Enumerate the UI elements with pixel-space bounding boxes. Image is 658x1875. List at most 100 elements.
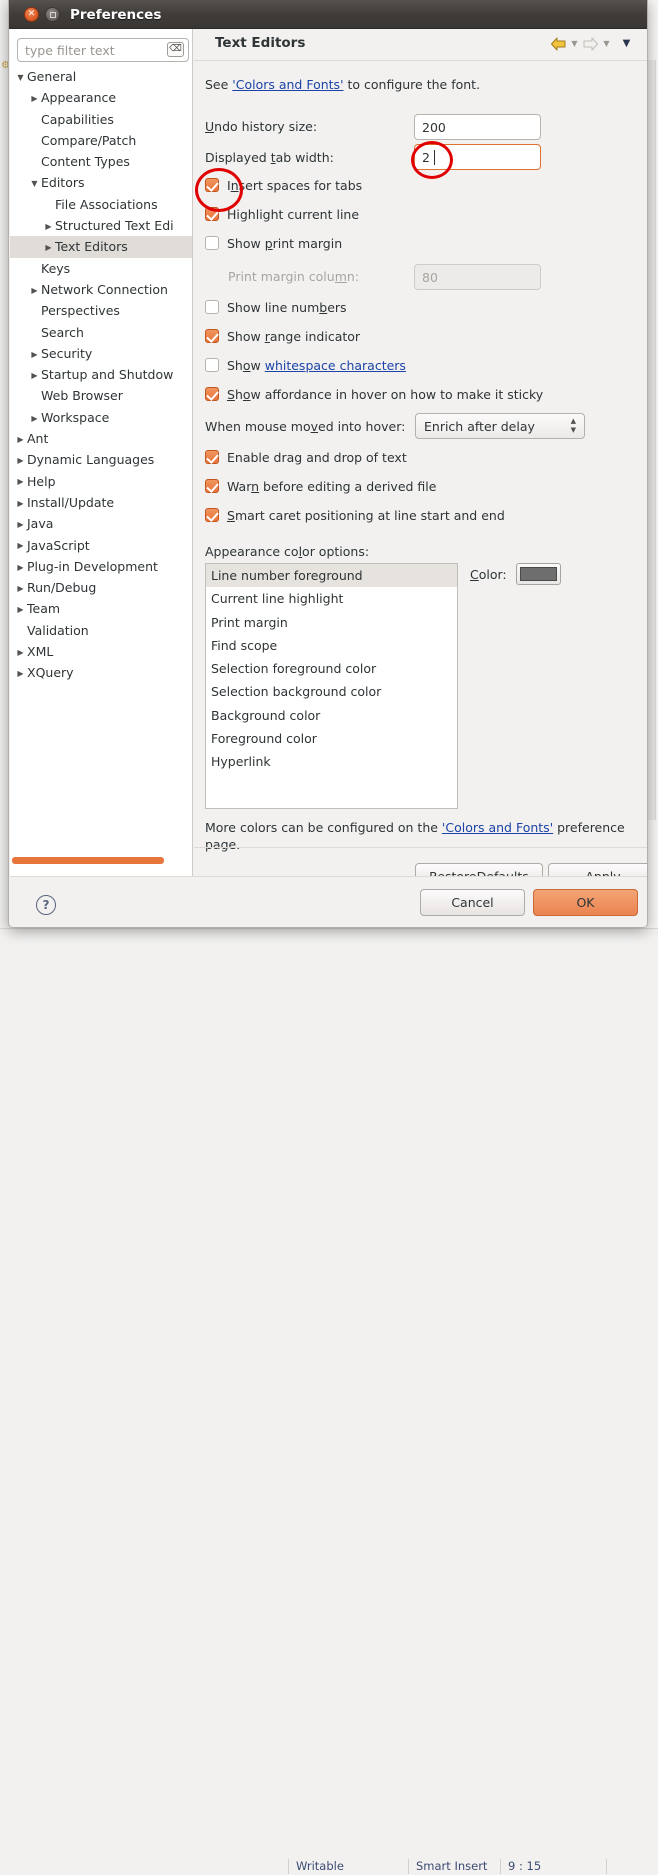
twisty-collapsed-icon[interactable]: ▶ <box>28 365 41 386</box>
sidebar-item-java[interactable]: ▶ Java <box>10 513 192 534</box>
smart-caret-positioning-checkbox[interactable]: Smart caret positioning at line start an… <box>205 505 505 527</box>
twisty-collapsed-icon[interactable]: ▶ <box>14 642 27 663</box>
search-input[interactable] <box>17 38 189 62</box>
twisty-collapsed-icon[interactable]: ▶ <box>14 514 27 535</box>
twisty-collapsed-icon[interactable]: ▶ <box>14 535 27 556</box>
sidebar-item-install-update[interactable]: ▶ Install/Update <box>10 492 192 513</box>
list-item[interactable]: Selection foreground color <box>206 657 457 680</box>
twisty-collapsed-icon[interactable]: ▶ <box>14 493 27 514</box>
sidebar-item-startup-and-shutdow[interactable]: ▶ Startup and Shutdow <box>10 364 192 385</box>
insert-spaces-for-tabs-checkbox[interactable]: Insert spaces for tabs <box>205 175 362 197</box>
warn-derived-file-checkbox[interactable]: Warn before editing a derived file <box>205 476 436 498</box>
checkbox-checked-icon[interactable] <box>205 178 219 192</box>
sidebar-item-ant[interactable]: ▶ Ant <box>10 428 192 449</box>
sidebar-item-help[interactable]: ▶ Help <box>10 471 192 492</box>
twisty-collapsed-icon[interactable]: ▶ <box>14 471 27 492</box>
help-question-icon[interactable]: ? <box>36 895 56 915</box>
twisty-collapsed-icon[interactable]: ▶ <box>14 557 27 578</box>
sidebar-item-plug-in-development[interactable]: ▶ Plug-in Development <box>10 556 192 577</box>
back-arrow-icon[interactable] <box>550 36 567 52</box>
sidebar-item-search[interactable]: ▶Search <box>10 322 192 343</box>
undo-history-size-input[interactable] <box>414 114 541 140</box>
combo-stepper-icon[interactable]: ▲ ▼ <box>571 418 576 434</box>
back-dropdown-caret-icon[interactable]: ▼ <box>569 36 580 52</box>
sidebar-item-structured-text-edi[interactable]: ▶ Structured Text Edi <box>10 215 192 236</box>
sidebar-item-run-debug[interactable]: ▶ Run/Debug <box>10 577 192 598</box>
enable-drag-drop-checkbox[interactable]: Enable drag and drop of text <box>205 447 407 469</box>
window-maximize-icon[interactable] <box>45 7 60 22</box>
checkbox-checked-icon[interactable] <box>205 508 219 522</box>
list-item[interactable]: Background color <box>206 704 457 727</box>
tree-horizontal-scrollbar-track[interactable] <box>10 857 192 870</box>
list-item[interactable]: Foreground color <box>206 727 457 750</box>
twisty-collapsed-icon[interactable]: ▶ <box>14 429 27 450</box>
checkbox-checked-icon[interactable] <box>205 479 219 493</box>
twisty-collapsed-icon[interactable]: ▶ <box>28 280 41 301</box>
list-item[interactable]: Line number foreground <box>206 564 457 588</box>
twisty-collapsed-icon[interactable]: ▶ <box>42 237 55 258</box>
checkbox-unchecked-icon[interactable] <box>205 236 219 250</box>
sidebar-item-dynamic-languages[interactable]: ▶ Dynamic Languages <box>10 449 192 470</box>
ok-button[interactable]: OK <box>533 889 638 916</box>
sidebar-item-appearance[interactable]: ▶ Appearance <box>10 87 192 108</box>
dialog-title-bar[interactable]: ✕ Preferences <box>9 0 647 29</box>
show-range-indicator-checkbox[interactable]: Show range indicator <box>205 326 360 348</box>
sidebar-item-text-editors[interactable]: ▶ Text Editors <box>10 236 192 258</box>
checkbox-unchecked-icon[interactable] <box>205 300 219 314</box>
list-item[interactable]: Hyperlink <box>206 750 457 773</box>
sidebar-item-xquery[interactable]: ▶ XQuery <box>10 662 192 683</box>
twisty-expanded-icon[interactable]: ▼ <box>28 173 41 194</box>
window-close-icon[interactable]: ✕ <box>24 7 39 22</box>
hover-behavior-select[interactable]: Enrich after delay ▲ ▼ <box>415 413 585 439</box>
checkbox-checked-icon[interactable] <box>205 450 219 464</box>
sidebar-item-xml[interactable]: ▶ XML <box>10 641 192 662</box>
show-print-margin-checkbox[interactable]: Show print margin <box>205 233 342 255</box>
show-line-numbers-checkbox[interactable]: Show line numbers <box>205 297 347 319</box>
color-picker-button[interactable] <box>516 563 561 585</box>
sidebar-item-capabilities[interactable]: ▶Capabilities <box>10 109 192 130</box>
twisty-collapsed-icon[interactable]: ▶ <box>42 216 55 237</box>
twisty-collapsed-icon[interactable]: ▶ <box>28 344 41 365</box>
twisty-collapsed-icon[interactable]: ▶ <box>28 408 41 429</box>
appearance-color-options-list[interactable]: Line number foreground Current line highl… <box>205 563 458 809</box>
sidebar-item-workspace[interactable]: ▶ Workspace <box>10 407 192 428</box>
highlight-current-line-checkbox[interactable]: Highlight current line <box>205 204 359 226</box>
clear-filter-icon[interactable]: ⌫ <box>167 42 184 57</box>
colors-and-fonts-link[interactable]: 'Colors and Fonts' <box>232 77 343 92</box>
sidebar-item-team[interactable]: ▶ Team <box>10 598 192 619</box>
view-menu-caret-icon[interactable]: ▼ <box>621 36 632 52</box>
checkbox-unchecked-icon[interactable] <box>205 358 219 372</box>
sidebar-item-javascript[interactable]: ▶ JavaScript <box>10 535 192 556</box>
sidebar-item-general[interactable]: ▼ General <box>10 66 192 87</box>
twisty-expanded-icon[interactable]: ▼ <box>14 67 27 88</box>
tree-horizontal-scrollbar-thumb[interactable] <box>12 857 164 864</box>
list-item[interactable]: Print margin <box>206 611 457 634</box>
checkbox-checked-icon[interactable] <box>205 207 219 221</box>
checkbox-checked-icon[interactable] <box>205 329 219 343</box>
sidebar-item-editors[interactable]: ▼ Editors <box>10 172 192 193</box>
twisty-collapsed-icon[interactable]: ▶ <box>14 578 27 599</box>
sidebar-item-keys[interactable]: ▶Keys <box>10 258 192 279</box>
list-item[interactable]: Find scope <box>206 634 457 657</box>
whitespace-characters-link[interactable]: whitespace characters <box>265 358 406 373</box>
checkbox-checked-icon[interactable] <box>205 387 219 401</box>
twisty-collapsed-icon[interactable]: ▶ <box>14 450 27 471</box>
show-whitespace-characters-checkbox[interactable]: Show whitespace characters <box>205 355 406 377</box>
sidebar-item-content-types[interactable]: ▶Content Types <box>10 151 192 172</box>
list-item[interactable]: Selection background color <box>206 680 457 703</box>
list-item[interactable]: Current line highlight <box>206 587 457 610</box>
cancel-button[interactable]: Cancel <box>420 889 525 916</box>
twisty-collapsed-icon[interactable]: ▶ <box>28 88 41 109</box>
twisty-collapsed-icon[interactable]: ▶ <box>14 663 27 684</box>
more-colors-and-fonts-link[interactable]: 'Colors and Fonts' <box>442 820 553 835</box>
sidebar-item-security[interactable]: ▶ Security <box>10 343 192 364</box>
sidebar-item-validation[interactable]: ▶Validation <box>10 620 192 641</box>
sidebar-item-compare-patch[interactable]: ▶Compare/Patch <box>10 130 192 151</box>
twisty-collapsed-icon[interactable]: ▶ <box>14 599 27 620</box>
sidebar-item-network-connection[interactable]: ▶ Network Connection <box>10 279 192 300</box>
preferences-tree[interactable]: ▼General▶Appearance▶Capabilities▶Compare… <box>10 66 192 861</box>
sidebar-item-web-browser[interactable]: ▶Web Browser <box>10 385 192 406</box>
sidebar-item-perspectives[interactable]: ▶Perspectives <box>10 300 192 321</box>
show-affordance-hover-checkbox[interactable]: Show affordance in hover on how to make … <box>205 384 543 406</box>
sidebar-item-file-associations[interactable]: ▶File Associations <box>10 194 192 215</box>
